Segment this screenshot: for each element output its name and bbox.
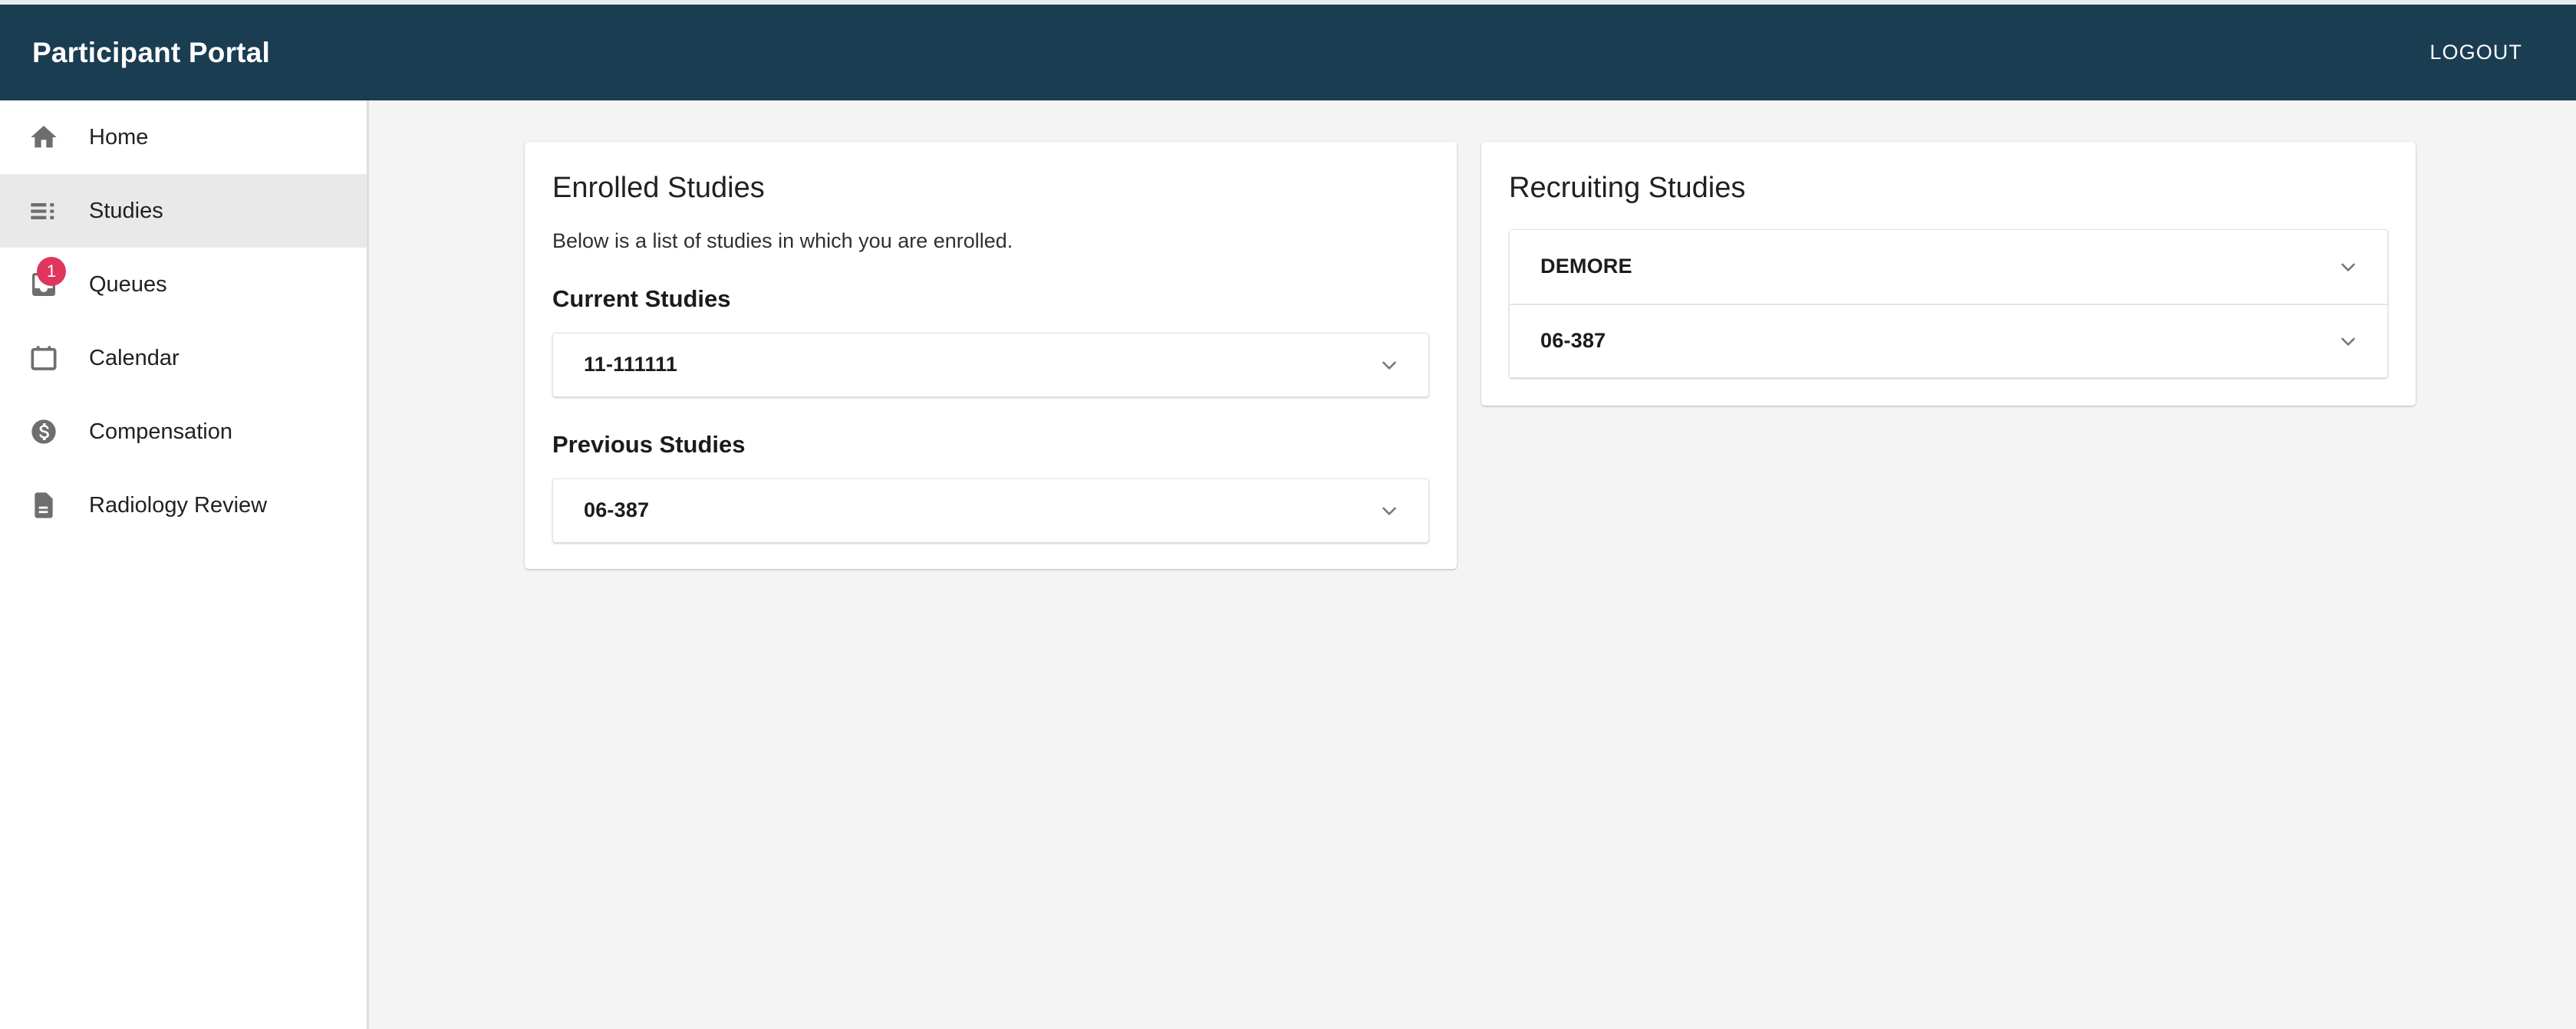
enrolled-studies-title: Enrolled Studies: [552, 172, 765, 204]
study-accordion-row[interactable]: 06-387: [1510, 303, 2387, 377]
inbox-icon: 1: [20, 257, 68, 300]
chevron-down-icon[interactable]: [2335, 254, 2361, 280]
page-body: Home Studies 1 Queues Calendar Compensat…: [0, 100, 2576, 1029]
app-header-bar: Participant Portal LOGOUT: [0, 5, 2576, 100]
chevron-down-icon[interactable]: [1376, 498, 1402, 524]
enrolled-studies-description: Below is a list of studies in which you …: [552, 228, 1013, 252]
document-icon: [20, 490, 68, 521]
study-id-label: 06-387: [584, 498, 650, 522]
sidebar-item-label: Radiology Review: [89, 492, 268, 518]
enrolled-studies-card: Enrolled Studies Below is a list of stud…: [525, 142, 1457, 569]
sidebar-item-queues[interactable]: 1 Queues: [0, 248, 367, 321]
queues-badge: 1: [37, 257, 66, 286]
study-accordion-row[interactable]: DEMORE: [1510, 229, 2387, 304]
study-accordion-row[interactable]: 11-111111: [552, 332, 1429, 397]
study-id-label: 06-387: [1540, 329, 1606, 353]
recruiting-studies-card: Recruiting Studies DEMORE 06-387: [1481, 142, 2416, 406]
sidebar-item-label: Calendar: [89, 345, 180, 370]
chevron-down-icon[interactable]: [1376, 352, 1402, 378]
recruiting-studies-title: Recruiting Studies: [1509, 172, 1746, 204]
sidebar-item-home[interactable]: Home: [0, 100, 367, 174]
sidebar-item-label: Home: [89, 124, 149, 150]
study-accordion-row[interactable]: 06-387: [552, 478, 1429, 543]
dollar-circle-icon: [20, 416, 68, 447]
list-icon: [20, 196, 68, 226]
logout-button[interactable]: LOGOUT: [2416, 30, 2536, 75]
current-studies-heading: Current Studies: [552, 284, 731, 312]
study-id-label: DEMORE: [1540, 255, 1632, 278]
sidebar-item-calendar[interactable]: Calendar: [0, 321, 367, 395]
sidebar-item-label: Queues: [89, 271, 167, 297]
study-id-label: 11-111111: [584, 353, 677, 376]
sidebar-item-radiology-review[interactable]: Radiology Review: [0, 468, 367, 542]
calendar-icon: [20, 343, 68, 373]
main-content: Enrolled Studies Below is a list of stud…: [369, 100, 2576, 1029]
recruiting-studies-list: DEMORE 06-387: [1509, 228, 2388, 378]
home-icon: [20, 122, 68, 153]
sidebar-item-label: Studies: [89, 198, 163, 223]
sidebar-item-studies[interactable]: Studies: [0, 174, 367, 248]
app-title: Participant Portal: [32, 36, 270, 68]
chevron-down-icon[interactable]: [2335, 328, 2361, 354]
previous-studies-heading: Previous Studies: [552, 430, 746, 458]
sidebar-navigation: Home Studies 1 Queues Calendar Compensat…: [0, 100, 369, 1029]
sidebar-item-compensation[interactable]: Compensation: [0, 395, 367, 468]
sidebar-item-label: Compensation: [89, 419, 232, 444]
